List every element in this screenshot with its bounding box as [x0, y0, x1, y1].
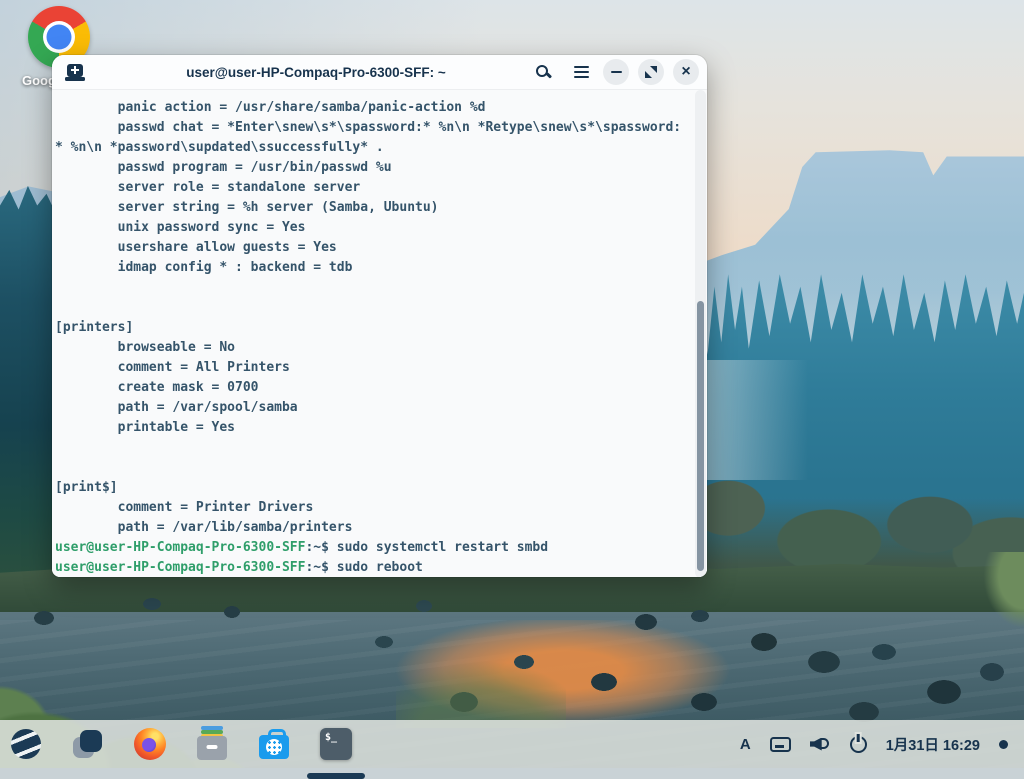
- maximize-button[interactable]: [638, 59, 664, 85]
- terminal-line: user@user-HP-Compaq-Pro-6300-SFF:~$ sudo…: [55, 558, 707, 577]
- terminal-line: unix password sync = Yes: [55, 218, 707, 238]
- zorin-menu-icon: [11, 729, 41, 759]
- window-switcher-icon: [73, 729, 103, 759]
- scrollbar-thumb[interactable]: [697, 301, 704, 571]
- new-tab-button[interactable]: [62, 59, 88, 85]
- new-tab-icon: [65, 64, 85, 81]
- taskbar-zorin-menu-button[interactable]: [10, 728, 42, 760]
- titlebar[interactable]: user@user-HP-Compaq-Pro-6300-SFF: ~ ×: [52, 55, 707, 90]
- close-button[interactable]: ×: [673, 59, 699, 85]
- taskbar-window-switcher-button[interactable]: [72, 728, 104, 760]
- firefox-icon: [134, 728, 166, 760]
- chrome-icon-core: [47, 25, 72, 50]
- window-title: user@user-HP-Compaq-Pro-6300-SFF: ~: [102, 65, 530, 80]
- notification-dot-icon[interactable]: [999, 740, 1008, 749]
- terminal-line: * %n\n *password\supdated\ssuccessfully*…: [55, 138, 707, 158]
- wallpaper-reeds: [396, 632, 566, 728]
- hamburger-menu-icon: [574, 66, 589, 68]
- terminal-app-icon: $_: [320, 728, 352, 760]
- taskbar-firefox-button[interactable]: [134, 728, 166, 760]
- software-store-icon: [259, 728, 289, 760]
- menu-button[interactable]: [568, 59, 594, 85]
- terminal-line: passwd chat = *Enter\snew\s*\spassword:*…: [55, 118, 707, 138]
- terminal-line: idmap config * : backend = tdb: [55, 258, 707, 278]
- close-icon: ×: [681, 64, 690, 80]
- terminal-line: [print$]: [55, 478, 707, 498]
- taskbar: $_ A 1月31日 16:29: [0, 720, 1024, 768]
- terminal-window: user@user-HP-Compaq-Pro-6300-SFF: ~ × pa…: [52, 55, 707, 577]
- taskbar-status-area: A 1月31日 16:29: [740, 734, 1024, 755]
- minimize-button[interactable]: [603, 59, 629, 85]
- terminal-line: [55, 298, 707, 318]
- active-app-indicator: [307, 773, 365, 779]
- taskbar-apps: $_: [0, 728, 352, 760]
- clock[interactable]: 1月31日 16:29: [886, 734, 980, 755]
- terminal-line: [55, 458, 707, 478]
- terminal-line: comment = Printer Drivers: [55, 498, 707, 518]
- taskbar-software-button[interactable]: [258, 728, 290, 760]
- power-icon[interactable]: [850, 736, 867, 753]
- search-icon: [535, 64, 552, 81]
- volume-icon[interactable]: [810, 736, 831, 753]
- terminal-line: panic action = /usr/share/samba/panic-ac…: [55, 98, 707, 118]
- terminal-body[interactable]: panic action = /usr/share/samba/panic-ac…: [52, 90, 707, 577]
- files-icon: [197, 728, 227, 760]
- terminal-line: usershare allow guests = Yes: [55, 238, 707, 258]
- maximize-icon: [645, 66, 657, 78]
- taskbar-files-button[interactable]: [196, 728, 228, 760]
- input-method-indicator[interactable]: A: [740, 736, 751, 753]
- terminal-line: printable = Yes: [55, 418, 707, 438]
- wallpaper-grass-right: [968, 552, 1024, 632]
- terminal-line: comment = All Printers: [55, 358, 707, 378]
- minimize-icon: [611, 71, 622, 73]
- scrollbar-track[interactable]: [695, 90, 706, 577]
- keyboard-icon[interactable]: [770, 737, 791, 752]
- terminal-line: [55, 278, 707, 298]
- terminal-line: path = /var/lib/samba/printers: [55, 518, 707, 538]
- terminal-line: user@user-HP-Compaq-Pro-6300-SFF:~$ sudo…: [55, 538, 707, 558]
- taskbar-terminal-button[interactable]: $_: [320, 728, 352, 760]
- terminal-line: passwd program = /usr/bin/passwd %u: [55, 158, 707, 178]
- terminal-line: browseable = No: [55, 338, 707, 358]
- terminal-line: [55, 438, 707, 458]
- terminal-line: server string = %h server (Samba, Ubuntu…: [55, 198, 707, 218]
- terminal-line: create mask = 0700: [55, 378, 707, 398]
- terminal-line: server role = standalone server: [55, 178, 707, 198]
- search-button[interactable]: [530, 59, 556, 85]
- terminal-line: [printers]: [55, 318, 707, 338]
- terminal-output: panic action = /usr/share/samba/panic-ac…: [55, 98, 707, 577]
- terminal-line: path = /var/spool/samba: [55, 398, 707, 418]
